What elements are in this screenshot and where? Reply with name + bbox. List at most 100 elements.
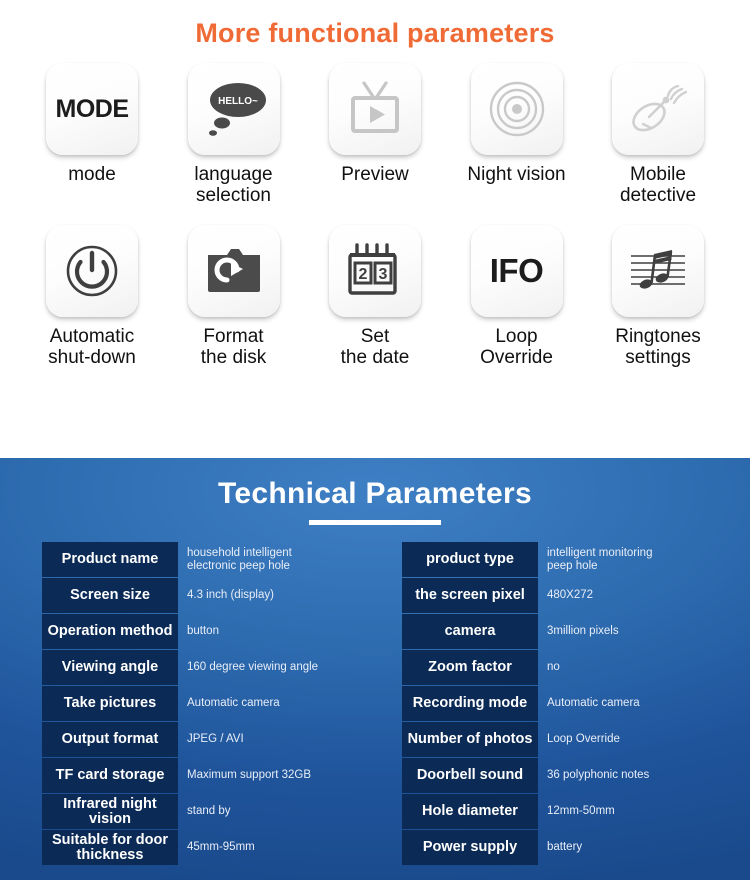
tv-play-glyph bbox=[351, 81, 399, 133]
spec-label: Take pictures bbox=[42, 686, 178, 721]
spec-label: product type bbox=[402, 542, 538, 577]
spec-table-right: product type intelligent monitoring peep… bbox=[402, 542, 735, 866]
spec-label: Product name bbox=[42, 542, 178, 577]
spec-tables: Product name household intelligent elect… bbox=[0, 542, 750, 866]
table-row: TF card storage Maximum support 32GB bbox=[42, 758, 375, 793]
feature-item-mobile-detective[interactable]: Mobile detective bbox=[592, 63, 724, 206]
table-row: Product name household intelligent elect… bbox=[42, 542, 375, 577]
feature-label-format-the-disk: Format the disk bbox=[200, 326, 267, 368]
feature-label-mode: mode bbox=[68, 164, 116, 185]
ifo-tile-label: IFO bbox=[489, 252, 544, 289]
tv-play-icon[interactable] bbox=[329, 63, 421, 155]
feature-item-mode[interactable]: MODE mode bbox=[26, 63, 158, 206]
feature-item-language-selection[interactable]: HELLO~ language selection bbox=[168, 63, 300, 206]
table-row: the screen pixel 480X272 bbox=[402, 578, 735, 613]
feature-label-set-the-date: Set the date bbox=[340, 326, 410, 368]
feature-item-preview[interactable]: Preview bbox=[309, 63, 441, 206]
feature-label-ringtones-settings: Ringtones settings bbox=[615, 326, 701, 368]
satellite-dish-glyph bbox=[632, 84, 688, 132]
svg-text:3: 3 bbox=[379, 266, 388, 283]
spec-label: Suitable for door thickness bbox=[42, 830, 178, 865]
feature-item-format-the-disk[interactable]: Format the disk bbox=[168, 225, 300, 368]
spec-label: Zoom factor bbox=[402, 650, 538, 685]
table-row: Zoom factor no bbox=[402, 650, 735, 685]
ifo-text-icon[interactable]: IFO bbox=[470, 225, 563, 317]
power-icon[interactable] bbox=[46, 225, 138, 317]
feature-item-automatic-shutdown[interactable]: Automatic shut-down bbox=[26, 225, 158, 368]
calendar-icon[interactable]: 2 3 bbox=[329, 225, 421, 317]
svg-text:HELLO~: HELLO~ bbox=[218, 96, 258, 107]
table-row: Doorbell sound 36 polyphonic notes bbox=[402, 758, 735, 793]
feature-item-night-vision[interactable]: Night vision bbox=[451, 63, 583, 206]
spec-value: intelligent monitoring peep hole bbox=[547, 546, 653, 572]
music-staff-icon[interactable] bbox=[612, 225, 704, 317]
concentric-circles-icon[interactable] bbox=[470, 63, 563, 155]
table-row: Recording mode Automatic camera bbox=[402, 686, 735, 721]
feature-label-preview: Preview bbox=[341, 164, 409, 185]
feature-item-set-the-date[interactable]: 2 3 Set the date bbox=[309, 225, 441, 368]
feature-item-ringtones-settings[interactable]: Ringtones settings bbox=[592, 225, 724, 368]
title-underline bbox=[309, 520, 441, 525]
feature-label-loop-override: Loop Override bbox=[480, 326, 553, 368]
features-title: More functional parameters bbox=[195, 18, 555, 48]
spec-label: Viewing angle bbox=[42, 650, 178, 685]
speech-bubble-icon[interactable]: HELLO~ bbox=[187, 63, 280, 155]
table-row: Output format JPEG / AVI bbox=[42, 722, 375, 757]
calendar-glyph: 2 3 bbox=[348, 243, 397, 295]
feature-label-night-vision: Night vision bbox=[467, 164, 566, 185]
feature-label-mobile-detective: Mobile detective bbox=[619, 164, 697, 206]
features-section: More functional parameters MODE mode HEL… bbox=[0, 0, 750, 458]
feature-label-language-selection: language selection bbox=[194, 164, 273, 206]
mode-text-icon[interactable]: MODE bbox=[46, 63, 138, 155]
power-glyph bbox=[66, 245, 118, 297]
table-row: Infrared night vision stand by bbox=[42, 794, 375, 829]
spec-value: 160 degree viewing angle bbox=[187, 661, 319, 673]
feature-row-1: MODE mode HELLO~ language selection Prev… bbox=[0, 63, 750, 206]
spec-label: Recording mode bbox=[402, 686, 538, 721]
table-row: Suitable for door thickness 45mm-95mm bbox=[42, 830, 375, 865]
table-row: Screen size 4.3 inch (display) bbox=[42, 578, 375, 613]
satellite-dish-icon[interactable] bbox=[612, 63, 704, 155]
spec-value: 12mm-50mm bbox=[547, 805, 615, 817]
spec-label: Output format bbox=[42, 722, 178, 757]
spec-label: camera bbox=[402, 614, 538, 649]
table-row: Power supply battery bbox=[402, 830, 735, 865]
speech-bubble-glyph: HELLO~ bbox=[208, 83, 266, 136]
spec-value: 4.3 inch (display) bbox=[187, 589, 274, 601]
spec-value: 480X272 bbox=[547, 589, 594, 601]
spec-value: Automatic camera bbox=[547, 697, 640, 709]
spec-label: Number of photos bbox=[402, 722, 538, 757]
spec-value: household intelligent electronic peep ho… bbox=[187, 546, 292, 572]
spec-value: 3million pixels bbox=[547, 625, 619, 637]
folder-refresh-icon[interactable] bbox=[187, 225, 280, 317]
spec-value: button bbox=[187, 625, 219, 637]
spec-label: Doorbell sound bbox=[402, 758, 538, 793]
spec-label: Power supply bbox=[402, 830, 538, 865]
technical-parameters-title: Technical Parameters bbox=[218, 477, 532, 510]
spec-value: battery bbox=[547, 841, 583, 853]
feature-item-loop-override[interactable]: IFO Loop Override bbox=[451, 225, 583, 368]
feature-row-2: Automatic shut-down Format the disk 2 3 … bbox=[0, 225, 750, 368]
spec-label: Screen size bbox=[42, 578, 178, 613]
spec-value: Automatic camera bbox=[187, 697, 280, 709]
spec-value: JPEG / AVI bbox=[187, 733, 244, 745]
table-row: product type intelligent monitoring peep… bbox=[402, 542, 735, 577]
table-row: Viewing angle 160 degree viewing angle bbox=[42, 650, 375, 685]
table-row: Operation method button bbox=[42, 614, 375, 649]
spec-value: Maximum support 32GB bbox=[187, 769, 311, 781]
spec-label: the screen pixel bbox=[402, 578, 538, 613]
table-row: Number of photos Loop Override bbox=[402, 722, 735, 757]
table-row: camera 3million pixels bbox=[402, 614, 735, 649]
svg-text:2: 2 bbox=[359, 266, 368, 283]
feature-label-automatic-shutdown: Automatic shut-down bbox=[48, 326, 136, 368]
spec-label: Infrared night vision bbox=[42, 794, 178, 829]
spec-value: 36 polyphonic notes bbox=[547, 769, 650, 781]
spec-table-left: Product name household intelligent elect… bbox=[42, 542, 375, 866]
concentric-circles-glyph bbox=[489, 81, 544, 137]
spec-label: TF card storage bbox=[42, 758, 178, 793]
feature-icon-grid: MODE mode HELLO~ language selection Prev… bbox=[0, 63, 750, 368]
folder-refresh-glyph bbox=[207, 249, 260, 292]
table-row: Hole diameter 12mm-50mm bbox=[402, 794, 735, 829]
mode-tile-label: MODE bbox=[55, 94, 130, 123]
spec-value: Loop Override bbox=[547, 733, 620, 745]
